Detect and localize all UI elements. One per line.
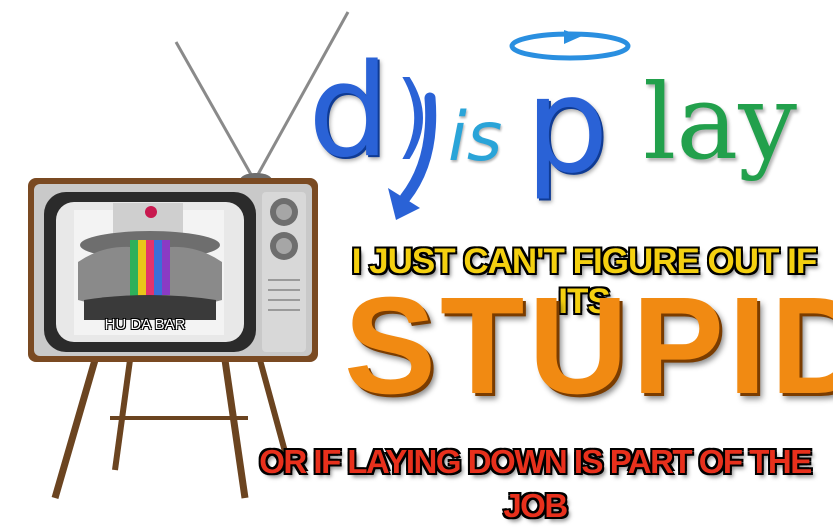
display-logo: d ) is p lay xyxy=(300,20,825,220)
screen-caption: HU DA BAR xyxy=(104,316,186,333)
logo-letter-p: p xyxy=(525,49,609,203)
caption-main: STUPID xyxy=(344,269,833,423)
logo-letters-is: is xyxy=(448,98,503,177)
logo-letter-d: d xyxy=(308,37,390,186)
caption-bottom: OR IF LAYING DOWN IS PART OF THE JOB xyxy=(259,443,812,524)
logo-letters-lay: lay xyxy=(643,61,798,183)
logo-paren: ) xyxy=(395,62,431,169)
